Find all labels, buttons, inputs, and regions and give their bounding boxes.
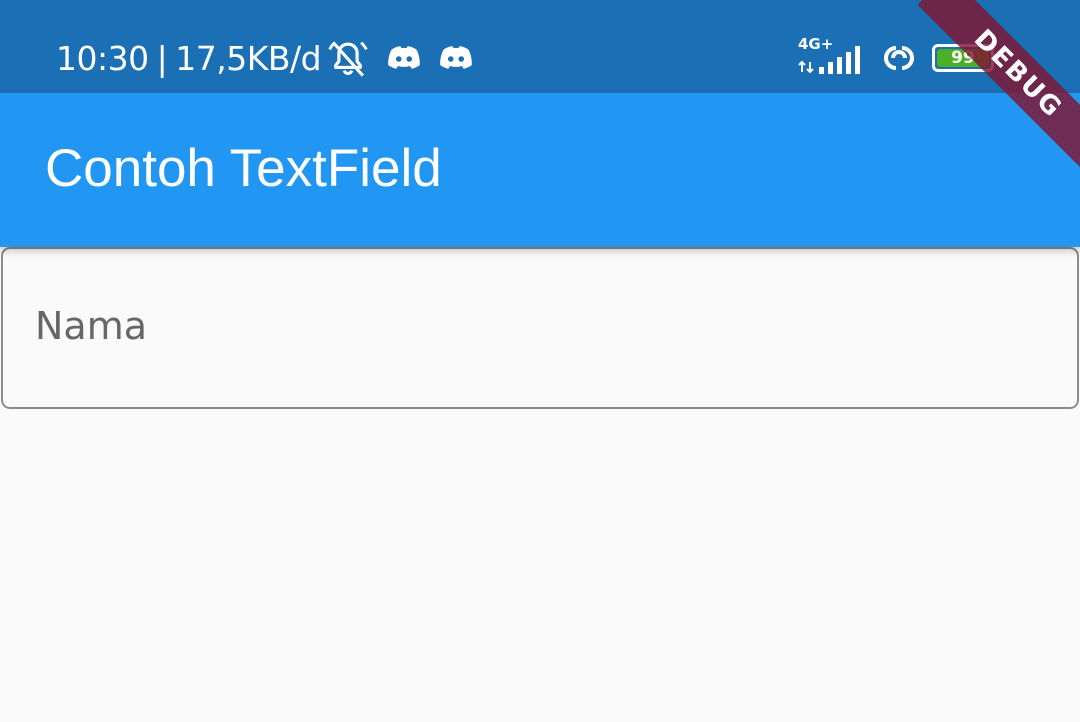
app-bar: Contoh TextField [0,93,1080,247]
name-field-label: Nama [35,304,148,348]
status-left-group: 10:30 | 17,5KB/d [56,36,477,82]
discord-icon [435,38,477,80]
bell-off-icon [327,38,369,80]
status-time: 10:30 [56,39,149,78]
discord-icon [383,38,425,80]
app-screen: 10:30 | 17,5KB/d 4G+ 99 Contoh TextField… [0,0,1080,722]
linked-rings-icon [876,38,922,78]
app-title: Contoh TextField [45,139,442,198]
status-separator: | [156,39,168,78]
signal-strength-icon: 4G+ [798,36,866,76]
status-bar: 10:30 | 17,5KB/d 4G+ 99 [0,0,1080,93]
name-text-field[interactable]: Nama [1,247,1079,409]
network-speed: 17,5KB/d [175,39,322,78]
